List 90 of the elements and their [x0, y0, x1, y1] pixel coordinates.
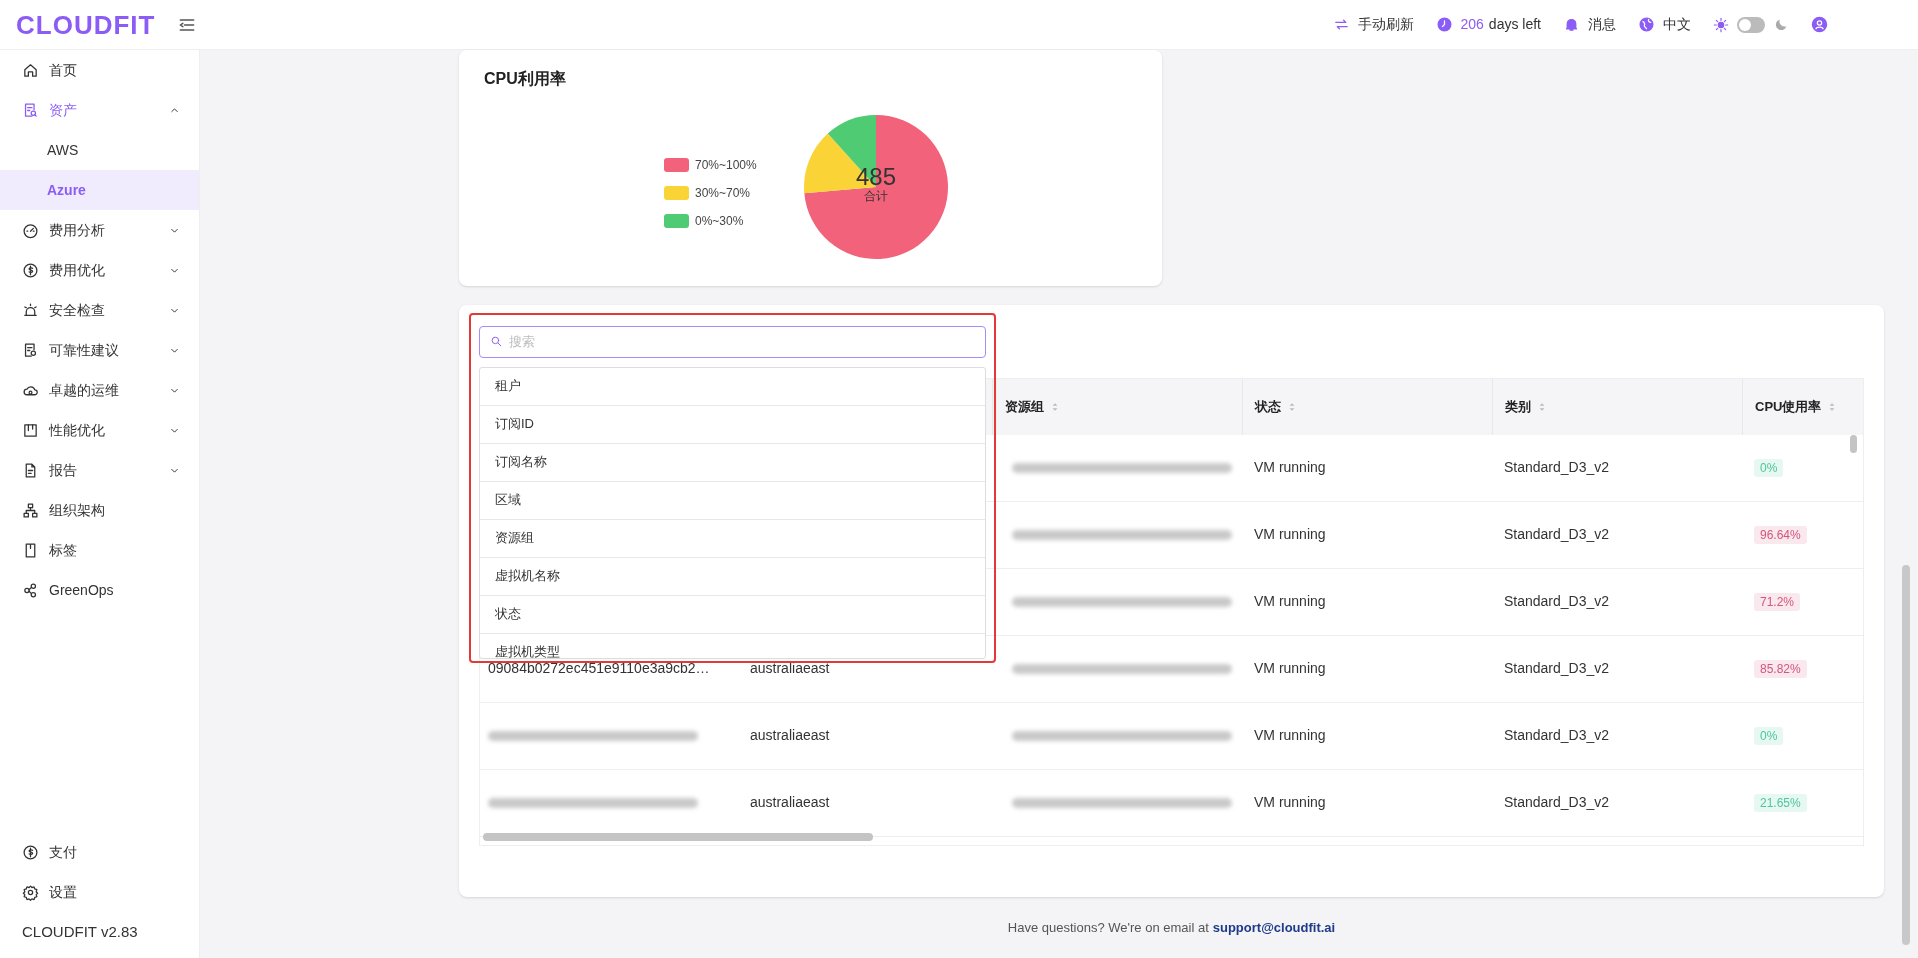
table-cell-text: Standard_D3_v2	[1503, 592, 1611, 612]
legend-label: 70%~100%	[695, 157, 757, 174]
globe-icon	[1638, 16, 1655, 33]
sort-icon	[1050, 401, 1060, 412]
bell-icon	[1563, 16, 1580, 33]
search-icon	[490, 335, 503, 349]
dropdown-option[interactable]: 租户	[480, 367, 985, 406]
sidebar-item[interactable]: 资产	[0, 90, 199, 130]
days-label: days left	[1488, 15, 1541, 34]
board-icon	[22, 421, 39, 439]
card-title: CPU利用率	[484, 69, 566, 89]
dropdown-option[interactable]: 区域	[480, 481, 985, 520]
gauge-icon	[22, 221, 39, 239]
scrollbar[interactable]	[1902, 565, 1910, 945]
checklist-icon	[22, 341, 39, 359]
table-cell: 09084b0272ec451e9110e3a9cb2…	[488, 660, 710, 677]
table-cell: australiaeast	[750, 794, 830, 811]
molecule-icon	[22, 581, 39, 599]
vertical-scrollbar[interactable]	[1850, 434, 1857, 453]
dollar-icon	[22, 261, 39, 279]
sort-icon	[1287, 401, 1297, 412]
search-field[interactable]: 搜索	[479, 325, 986, 358]
clock-icon	[1435, 16, 1453, 33]
language-button[interactable]: 中文	[1663, 14, 1691, 35]
cpu-badge: 21.65%	[1754, 794, 1807, 813]
sidebar-item[interactable]: 安全检查	[0, 290, 199, 330]
column-header[interactable]: 类别	[1492, 378, 1742, 435]
table-cell-text: Standard_D3_v2	[1503, 659, 1611, 679]
sidebar-item[interactable]: 报告	[0, 450, 199, 490]
org-chart-icon	[22, 501, 39, 519]
gear-icon	[22, 883, 39, 901]
sidebar-item[interactable]: 费用分析	[0, 210, 199, 250]
cpu-badge: 96.64%	[1754, 526, 1807, 545]
sidebar-item[interactable]: 费用优化	[0, 250, 199, 290]
sidebar-item[interactable]: Azure	[0, 170, 199, 210]
column-header[interactable]: 资源组	[992, 378, 1242, 435]
cpu-badge: 0%	[1754, 727, 1784, 746]
table-cell-text: Standard_D3_v2	[1503, 726, 1611, 746]
dropdown-option[interactable]: 虚拟机名称	[480, 557, 985, 596]
table-cell-text: VM running	[1253, 592, 1327, 612]
sidebar-item[interactable]: 性能优化	[0, 410, 199, 450]
dropdown-option[interactable]: 虚拟机类型	[480, 633, 985, 658]
cpu-badge: 0%	[1754, 459, 1784, 478]
table-cell-text: Standard_D3_v2	[1503, 793, 1611, 813]
sidebar-item[interactable]: 组织架构	[0, 490, 199, 530]
search-input[interactable]: 搜索	[509, 331, 975, 352]
sidebar-item[interactable]: 首页	[0, 50, 199, 90]
sort-icon	[1537, 401, 1547, 412]
sidebar-item[interactable]: 支付	[0, 832, 199, 872]
table-cell-text: VM running	[1253, 458, 1327, 478]
legend-label: 30%~70%	[695, 185, 751, 202]
footer-text: Have questions? We're on email at	[1007, 918, 1209, 937]
table-cell-text: VM running	[1253, 726, 1327, 746]
cpu-badge: 85.82%	[1754, 660, 1807, 679]
refresh-button[interactable]: 手动刷新	[1357, 14, 1414, 35]
messages-button[interactable]: 消息	[1588, 14, 1616, 35]
dropdown-option[interactable]: 状态	[480, 595, 985, 634]
table-cell-text: VM running	[1253, 525, 1327, 545]
version-label: CLOUDFIT v2.83	[21, 921, 139, 942]
email-link[interactable]: support@cloudfit.ai	[1212, 917, 1336, 938]
theme-toggle[interactable]	[1737, 16, 1765, 33]
sidebar-item[interactable]: 可靠性建议	[0, 330, 199, 370]
legend-label: 0%~30%	[695, 213, 744, 230]
sidebar-item[interactable]: GreenOps	[0, 570, 199, 610]
dollar-icon	[22, 843, 39, 861]
cpu-badge: 71.2%	[1754, 593, 1801, 612]
table-cell-text: VM running	[1253, 659, 1327, 679]
column-header[interactable]: 状态	[1242, 378, 1492, 435]
table-cell: australiaeast	[750, 727, 830, 744]
document-search-icon	[22, 101, 39, 119]
table-cell-text: Standard_D3_v2	[1503, 458, 1611, 478]
dropdown-option[interactable]: 订阅名称	[480, 443, 985, 482]
table-cell: australiaeast	[750, 660, 830, 677]
column-header[interactable]: CPU使用率	[1742, 378, 1863, 435]
dropdown-option[interactable]: 订阅ID	[480, 405, 985, 444]
logo: CLOUDFIT	[16, 9, 156, 40]
sun-icon	[1713, 16, 1729, 33]
user-avatar-icon	[1811, 16, 1828, 33]
sidebar-item[interactable]: 标签	[0, 530, 199, 570]
sidebar-item[interactable]: 设置	[0, 872, 199, 912]
table-cell-text: Standard_D3_v2	[1503, 525, 1611, 545]
table-cell-text: VM running	[1253, 793, 1327, 813]
horizontal-scrollbar[interactable]	[483, 832, 873, 841]
total-label: 合计	[864, 189, 888, 203]
days-count: 206	[1460, 15, 1484, 34]
dropdown-option[interactable]: 资源组	[480, 519, 985, 558]
alarm-icon	[22, 301, 39, 319]
sidebar-item[interactable]: AWS	[0, 130, 199, 170]
home-icon	[22, 61, 39, 79]
sidebar-item[interactable]: 卓越的运维	[0, 370, 199, 410]
